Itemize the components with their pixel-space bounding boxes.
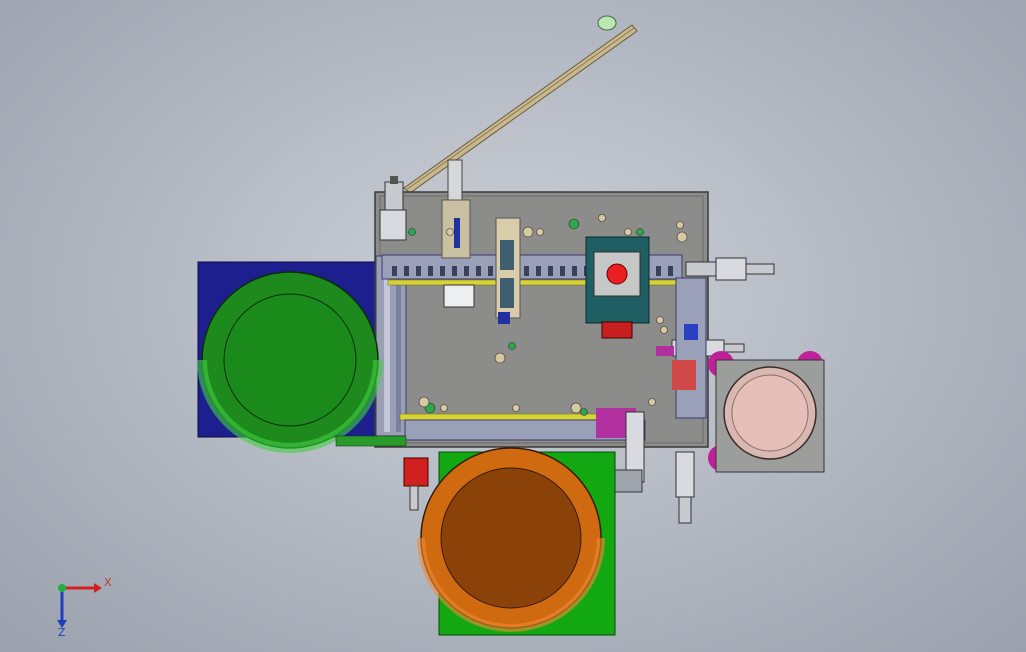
chute-end-cap	[597, 15, 617, 31]
right-vertical-track[interactable]	[672, 277, 707, 419]
mounting-hole	[676, 231, 688, 243]
mounting-hole	[636, 228, 644, 236]
assembly-model[interactable]	[0, 0, 1026, 652]
mounting-hole	[598, 214, 606, 222]
mounting-hole	[660, 326, 668, 334]
bottom-bowl[interactable]	[417, 447, 605, 632]
track-tooth	[476, 266, 481, 276]
z-axis-label: Z	[58, 626, 66, 638]
track-tooth	[560, 266, 565, 276]
track-tooth	[392, 266, 397, 276]
x-arrow-icon	[94, 583, 102, 593]
mounting-hole	[648, 398, 656, 406]
inclined-chute[interactable]	[403, 15, 638, 194]
track-tooth	[524, 266, 529, 276]
y-axis-icon	[58, 584, 66, 592]
mounting-hole	[624, 228, 632, 236]
center-slider[interactable]	[495, 217, 521, 324]
track-tooth	[464, 266, 469, 276]
track-tooth	[572, 266, 577, 276]
x-axis-label: X	[104, 576, 112, 589]
left-bowl-outlet	[335, 435, 407, 447]
rotary-index-block[interactable]	[585, 236, 650, 339]
upper-pusher[interactable]	[441, 159, 471, 259]
mounting-hole	[580, 408, 588, 416]
lower-right-cylinder[interactable]	[675, 451, 695, 524]
lower-left-actuator[interactable]	[403, 457, 429, 511]
track-tooth	[428, 266, 433, 276]
mounting-hole	[536, 228, 544, 236]
mounting-hole	[418, 396, 430, 408]
mounting-hole	[570, 402, 582, 414]
mounting-hole	[512, 404, 520, 412]
mounting-hole	[446, 228, 454, 236]
mounting-hole	[508, 342, 516, 350]
track-tooth	[488, 266, 493, 276]
track-tooth	[668, 266, 673, 276]
view-triad[interactable]: X Z	[44, 568, 124, 638]
track-tooth	[452, 266, 457, 276]
track-tooth	[416, 266, 421, 276]
cad-viewport[interactable]: X Z	[0, 0, 1026, 652]
mounting-hole	[522, 226, 534, 238]
mounting-hole	[676, 221, 684, 229]
track-tooth	[536, 266, 541, 276]
white-fixture-block[interactable]	[443, 284, 475, 308]
track-tooth	[548, 266, 553, 276]
right-bowl-assembly[interactable]	[708, 351, 825, 473]
mounting-hole	[408, 228, 416, 236]
mounting-hole	[656, 316, 664, 324]
mounting-hole	[440, 404, 448, 412]
mounting-hole	[494, 352, 506, 364]
track-tooth	[656, 266, 661, 276]
track-tooth	[404, 266, 409, 276]
track-tooth	[440, 266, 445, 276]
mounting-hole	[568, 218, 580, 230]
